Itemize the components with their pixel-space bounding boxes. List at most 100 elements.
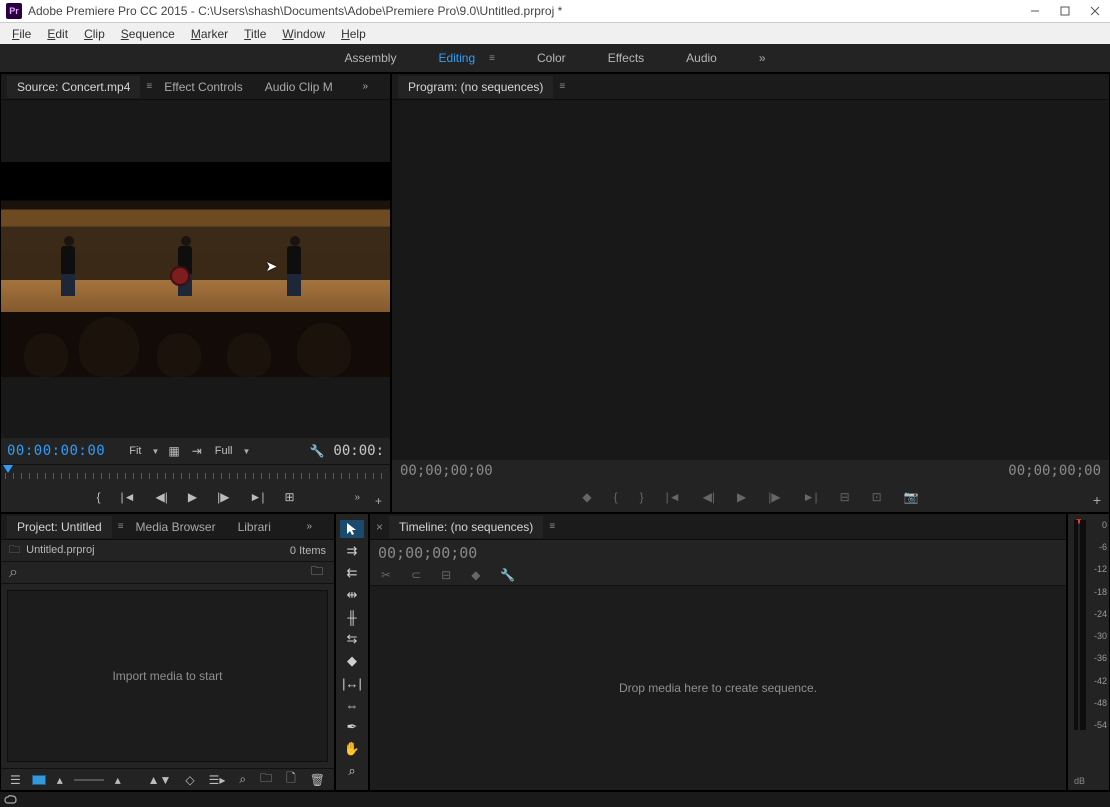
source-zoom-full[interactable]: Full (211, 445, 237, 457)
selection-tool[interactable] (340, 520, 364, 538)
close-tab-icon[interactable]: × (376, 520, 383, 534)
workspace-audio[interactable]: Audio (686, 51, 717, 65)
list-view-button[interactable]: ☰ (7, 773, 24, 787)
snap-toggle-icon[interactable]: ⊂ (408, 568, 424, 582)
go-to-out-button[interactable]: ►| (246, 490, 267, 504)
insert-button[interactable]: ⊞ (281, 490, 297, 504)
zoom-tool[interactable]: ⌕ (340, 762, 364, 780)
add-marker-icon[interactable]: ◆ (468, 568, 483, 582)
automate-button[interactable]: ◇ (182, 773, 197, 787)
source-overflow-icon[interactable]: » (362, 81, 368, 92)
workspace-overflow-icon[interactable]: » (759, 51, 766, 65)
workspace-assembly[interactable]: Assembly (344, 51, 396, 65)
dropdown-icon[interactable]: ▼ (151, 447, 159, 456)
transport-overflow-icon[interactable]: » (354, 492, 360, 503)
extract-button[interactable]: ⊡ (869, 490, 885, 504)
add-marker-button[interactable]: ◆ (579, 490, 594, 504)
go-to-in-button[interactable]: |◄ (663, 490, 684, 504)
window-maximize-button[interactable] (1050, 0, 1080, 22)
slip-tool[interactable]: |↔| (340, 674, 364, 692)
delete-button[interactable]: 🗑 (307, 773, 328, 787)
project-search-input[interactable] (26, 567, 146, 579)
menu-marker[interactable]: Marker (183, 25, 236, 43)
tab-timeline[interactable]: Timeline: (no sequences) (389, 516, 543, 538)
thumbnail-zoom-slider[interactable] (74, 779, 104, 781)
new-search-bin-icon[interactable]: 🗀 (308, 562, 326, 583)
track-select-backward-tool[interactable]: ⇇ (340, 564, 364, 582)
panel-menu-icon[interactable]: ≡ (549, 521, 555, 532)
menu-clip[interactable]: Clip (76, 25, 113, 43)
rolling-edit-tool[interactable]: ╫ (340, 608, 364, 626)
go-to-out-button[interactable]: ►| (800, 490, 821, 504)
workspace-effects[interactable]: Effects (608, 51, 644, 65)
source-zoom-fit[interactable]: Fit (125, 445, 145, 457)
linked-selection-icon[interactable]: ⊟ (438, 568, 454, 582)
step-back-button[interactable]: ◀| (153, 490, 171, 504)
step-back-button[interactable]: ◀| (700, 490, 718, 504)
settings-icon[interactable]: 🔧 (306, 444, 327, 458)
hand-tool[interactable]: ✋ (340, 740, 364, 758)
playhead-icon[interactable] (3, 465, 13, 473)
timeline-body[interactable]: Drop media here to create sequence. (370, 586, 1066, 790)
mark-out-button[interactable]: } (637, 490, 647, 504)
timeline-timecode[interactable]: 00;00;00;00 (378, 544, 1058, 562)
slide-tool[interactable]: ⇔ (340, 696, 364, 714)
nest-toggle-icon[interactable]: ✂ (378, 568, 394, 582)
menu-help[interactable]: Help (333, 25, 374, 43)
panel-menu-icon[interactable]: ≡ (118, 521, 124, 532)
program-preview[interactable] (392, 100, 1109, 460)
creative-cloud-icon[interactable] (4, 795, 18, 805)
sort-icons-button[interactable]: ▲▼ (145, 773, 175, 787)
pen-tool[interactable]: ✒ (340, 718, 364, 736)
razor-tool[interactable]: ◆ (340, 652, 364, 670)
timeline-settings-icon[interactable]: 🔧 (497, 568, 518, 582)
icon-view-button[interactable] (32, 775, 46, 785)
step-forward-button[interactable]: |▶ (214, 490, 232, 504)
status-bar (0, 791, 1110, 807)
play-button[interactable]: ▶ (734, 490, 749, 504)
dropdown-icon[interactable]: ▼ (243, 447, 251, 456)
button-editor-icon[interactable]: + (1093, 492, 1101, 508)
tab-libraries[interactable]: Librari (228, 516, 281, 538)
project-bin-area[interactable]: Import media to start (7, 590, 328, 762)
tab-audio-clip-mixer[interactable]: Audio Clip M (255, 76, 343, 98)
workspace-menu-icon[interactable]: ≡ (489, 53, 495, 64)
safe-margins-icon[interactable]: ▦ (165, 444, 182, 458)
menu-file[interactable]: File (4, 25, 39, 43)
source-preview[interactable]: ➤ (1, 100, 390, 438)
window-close-button[interactable] (1080, 0, 1110, 22)
tab-source[interactable]: Source: Concert.mp4 (7, 76, 140, 98)
new-bin-button[interactable]: 🗀 (257, 769, 275, 790)
tab-program[interactable]: Program: (no sequences) (398, 76, 553, 98)
track-select-forward-tool[interactable]: ⇉ (340, 542, 364, 560)
panel-menu-icon[interactable]: ≡ (559, 81, 565, 92)
lift-button[interactable]: ⊟ (837, 490, 853, 504)
project-overflow-icon[interactable]: » (306, 521, 312, 532)
export-frame-button[interactable]: 📷 (901, 490, 922, 504)
tab-project[interactable]: Project: Untitled (7, 516, 112, 538)
find-button[interactable]: ☰▸ (206, 773, 229, 787)
workspace-color[interactable]: Color (537, 51, 566, 65)
new-item-button[interactable]: 🗋 (283, 769, 299, 790)
rate-stretch-tool[interactable]: ⇆ (340, 630, 364, 648)
step-forward-button[interactable]: |▶ (765, 490, 783, 504)
panel-menu-icon[interactable]: ≡ (146, 81, 152, 92)
menu-title[interactable]: Title (236, 25, 274, 43)
workspace-editing[interactable]: Editing (438, 51, 475, 65)
menu-window[interactable]: Window (274, 25, 333, 43)
mark-in-button[interactable]: { (93, 490, 103, 504)
mark-in-button[interactable]: { (611, 490, 621, 504)
window-minimize-button[interactable] (1020, 0, 1050, 22)
source-time-ruler[interactable] (1, 464, 390, 482)
button-editor-icon[interactable]: + (375, 494, 382, 508)
play-button[interactable]: ▶ (185, 490, 200, 504)
source-in-timecode[interactable]: 00:00:00:00 (7, 443, 105, 459)
in-out-icon[interactable]: ⇥ (189, 444, 205, 458)
menu-sequence[interactable]: Sequence (113, 25, 183, 43)
find-button[interactable]: ⌕ (236, 772, 249, 787)
go-to-in-button[interactable]: |◄ (118, 490, 139, 504)
menu-edit[interactable]: Edit (39, 25, 76, 43)
tab-media-browser[interactable]: Media Browser (126, 516, 226, 538)
ripple-edit-tool[interactable]: ⇹ (340, 586, 364, 604)
tab-effect-controls[interactable]: Effect Controls (154, 76, 252, 98)
